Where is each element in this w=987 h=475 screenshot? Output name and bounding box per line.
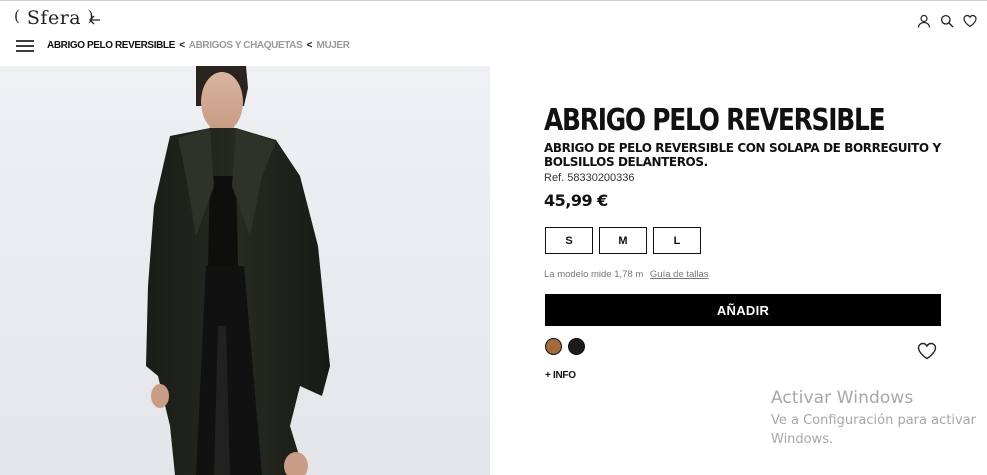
watermark-line-1: Ve a Configuración para activar [771,413,976,428]
breadcrumb-separator: < [306,39,313,52]
watermark-title: Activar Windows [771,388,914,408]
product-title: ABRIGO PELO REVERSIBLE [544,103,886,138]
size-guide-link[interactable]: Guía de tallas [650,269,709,280]
heart-icon[interactable] [963,14,977,28]
color-swatches [545,338,585,355]
search-icon[interactable] [940,14,954,28]
user-icon[interactable] [917,14,931,28]
product-description: ABRIGO DE PELO REVERSIBLE CON SOLAPA DE … [544,141,941,169]
header-icons [917,14,977,28]
breadcrumb-item-abrigos[interactable]: ABRIGOS Y CHAQUETAS [189,40,303,52]
hamburger-menu-icon[interactable] [16,39,34,53]
add-to-cart-button[interactable]: AÑADIR [545,294,941,326]
sfera-logo[interactable]: ( Sfera ) [14,7,94,29]
breadcrumb-current: ABRIGO PELO REVERSIBLE [47,39,175,52]
breadcrumb: ABRIGO PELO REVERSIBLE < ABRIGOS Y CHAQU… [47,40,350,52]
color-swatch-brown[interactable] [545,338,562,355]
windows-activation-watermark: Activar Windows Ve a Configuración para … [771,388,976,449]
breadcrumb-separator: < [179,39,185,52]
back-arrow-icon[interactable] [88,13,102,27]
product-price: 45,99 € [544,191,608,210]
logo-text: Sfera [26,7,82,29]
logo-paren-open: ( [14,7,21,25]
breadcrumb-item-mujer[interactable]: MUJER [317,40,350,52]
more-info-toggle[interactable]: + INFO [545,370,576,381]
wishlist-heart-icon[interactable] [917,342,937,360]
model-height-text: La modelo mide 1,78 m [544,269,644,280]
breadcrumb-bar: ABRIGO PELO REVERSIBLE < ABRIGOS Y CHAQU… [0,36,987,58]
model-info: La modelo mide 1,78 m Guía de tallas [544,269,709,280]
size-selector: S M L [545,227,701,254]
top-bar: ( Sfera ) [0,0,987,36]
size-button-l[interactable]: L [653,227,701,254]
color-swatch-black[interactable] [568,338,585,355]
product-photo[interactable] [0,66,490,475]
watermark-line-2: Windows. [771,432,834,447]
size-button-m[interactable]: M [599,227,647,254]
size-button-s[interactable]: S [545,227,593,254]
product-reference: Ref. 58330200336 [544,172,635,184]
